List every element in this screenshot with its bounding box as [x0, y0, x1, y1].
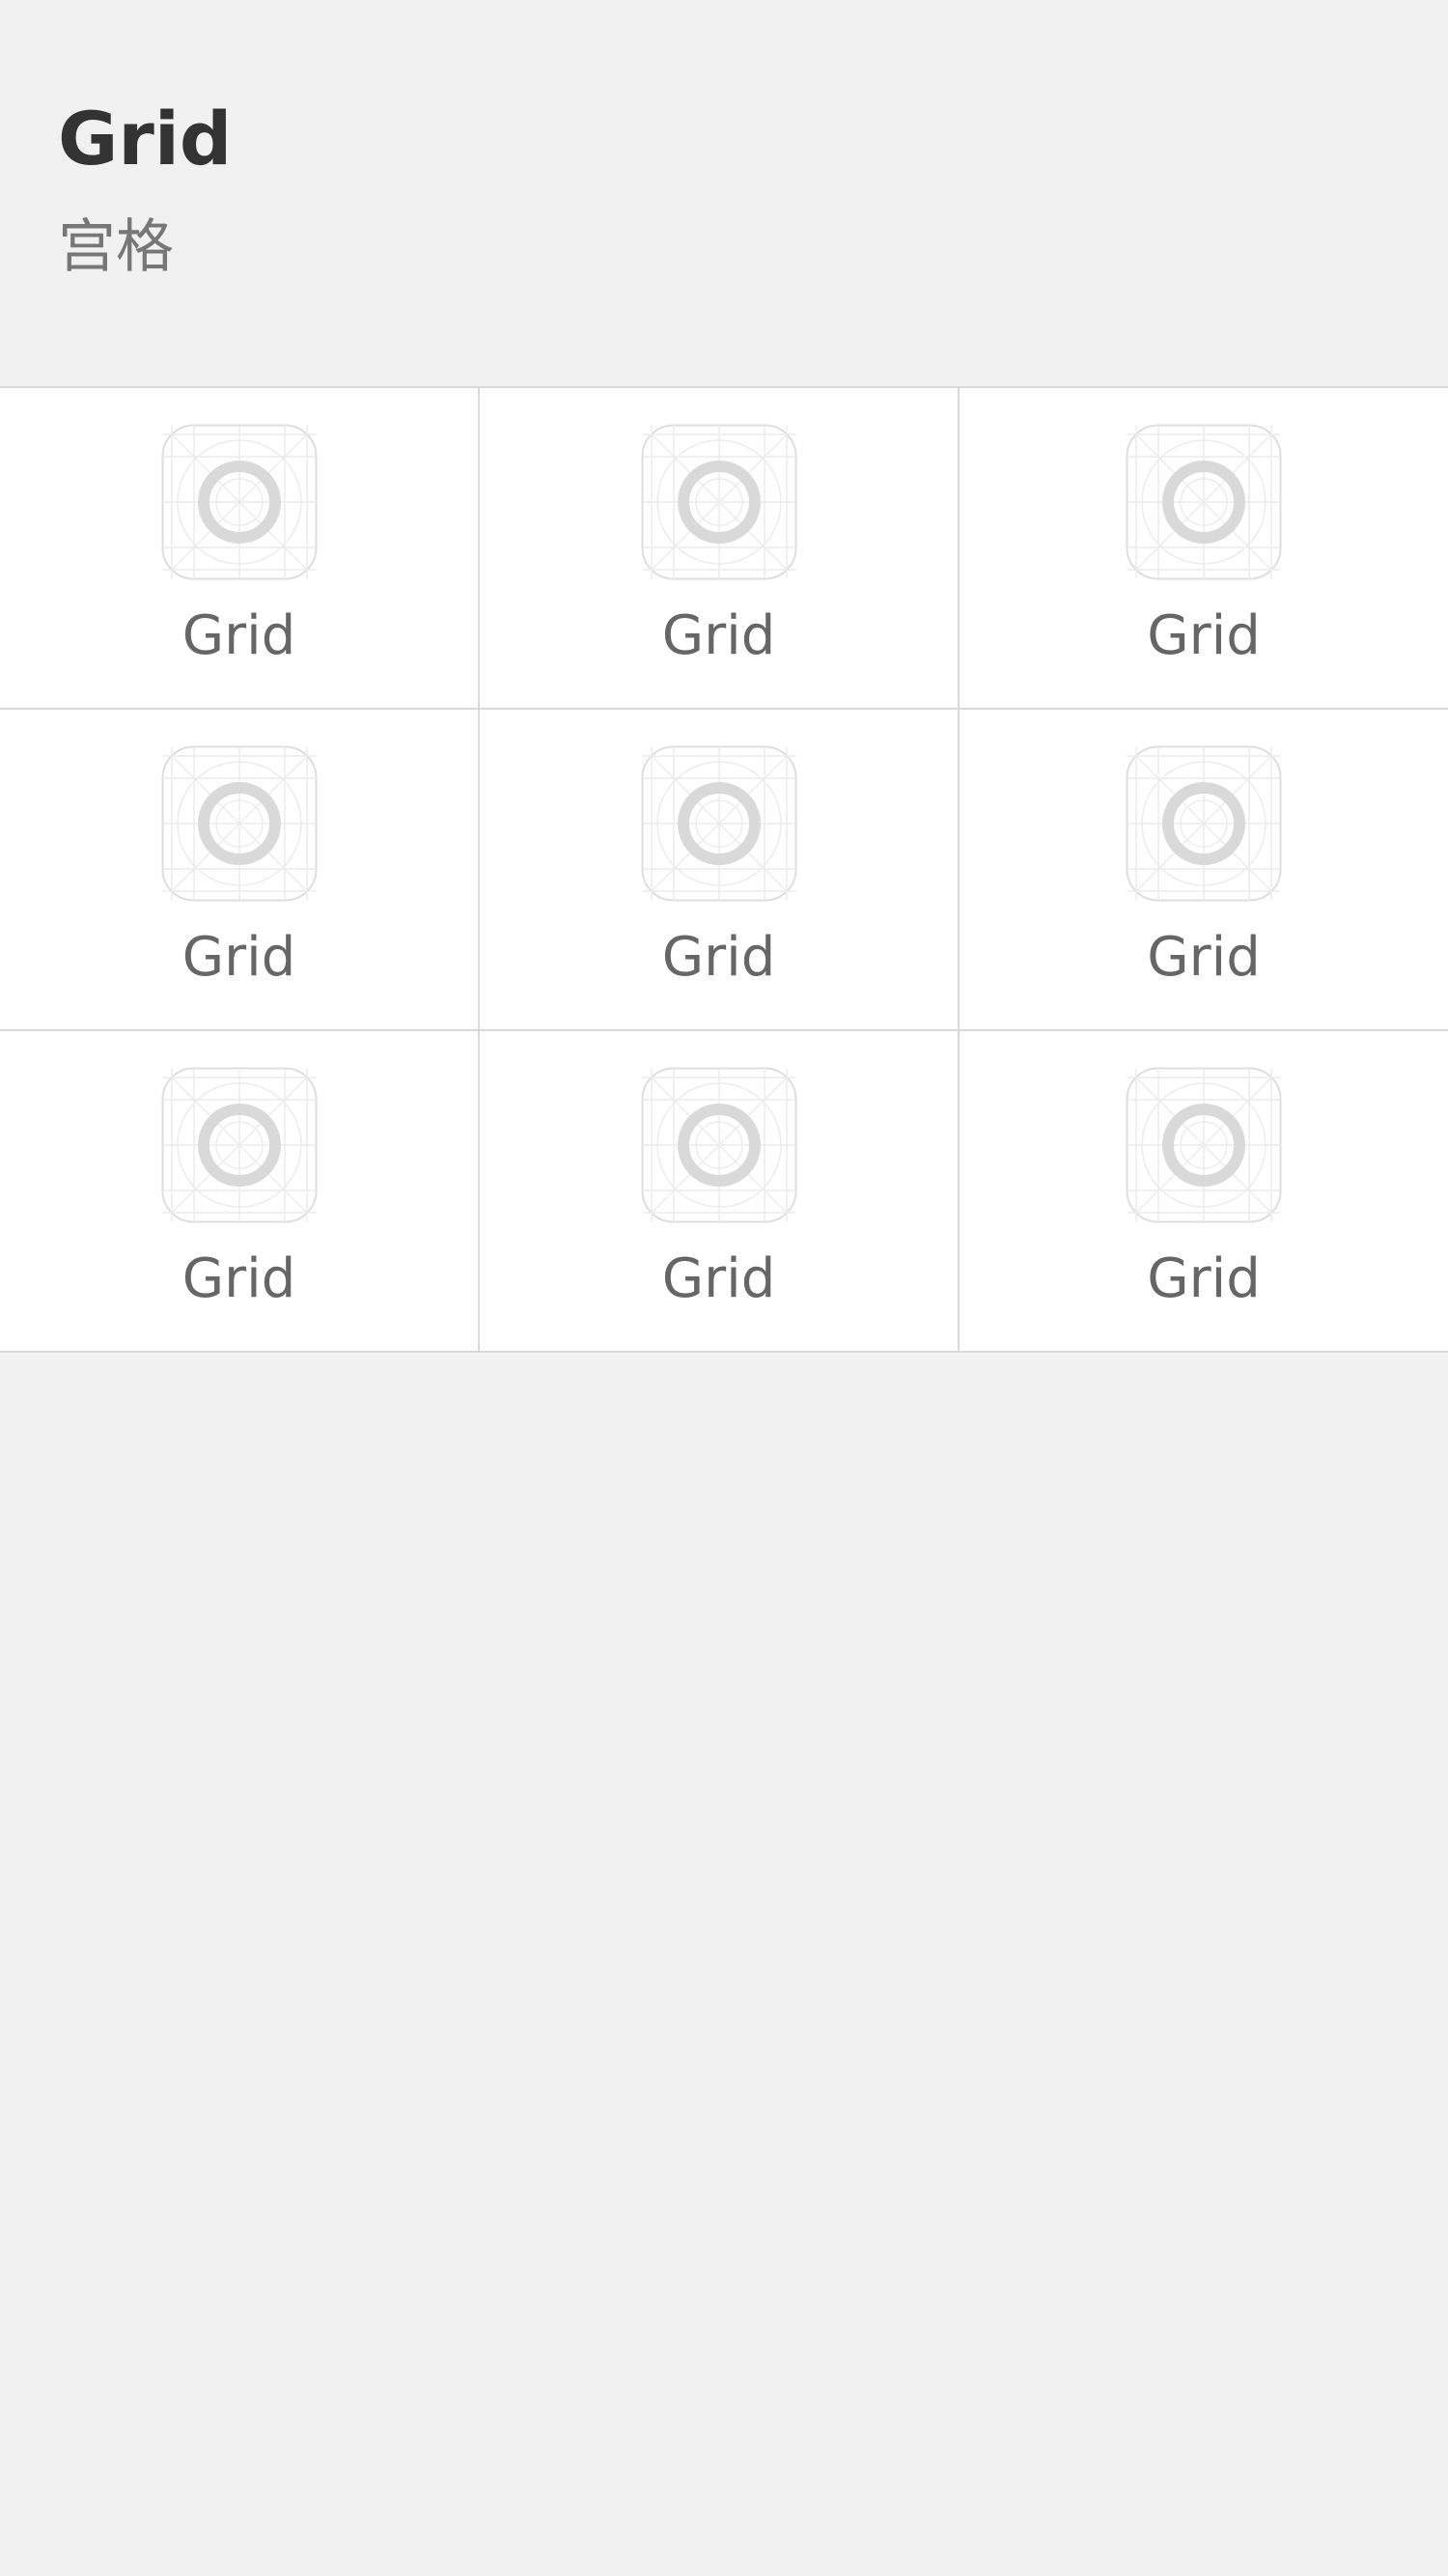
grid-item-label: Grid	[1147, 1247, 1261, 1310]
placeholder-icon	[641, 745, 797, 902]
page-title: Grid	[58, 96, 233, 182]
grid-item-label: Grid	[1147, 604, 1261, 667]
placeholder-icon	[1126, 1067, 1282, 1223]
grid-item[interactable]: Grid	[960, 1031, 1448, 1353]
grid-item[interactable]: Grid	[480, 1031, 960, 1353]
placeholder-icon	[641, 424, 797, 580]
placeholder-icon	[641, 1067, 797, 1223]
grid-item-label: Grid	[181, 926, 296, 989]
grid-item[interactable]: Grid	[480, 710, 960, 1031]
placeholder-icon	[1126, 745, 1282, 902]
grid-item[interactable]: Grid	[960, 710, 1448, 1031]
placeholder-icon	[161, 745, 318, 902]
grid-item-label: Grid	[181, 1247, 296, 1310]
grid-item[interactable]: Grid	[0, 710, 480, 1031]
placeholder-icon	[1126, 424, 1282, 580]
placeholder-icon	[161, 1067, 318, 1223]
grid-item-label: Grid	[1147, 926, 1261, 989]
grid-item[interactable]: Grid	[480, 388, 960, 710]
grid-item[interactable]: Grid	[0, 1031, 480, 1353]
grid-item-label: Grid	[661, 604, 776, 667]
page-header: Grid 宫格	[0, 0, 1448, 386]
grid-item-label: Grid	[661, 926, 776, 989]
grid-item-label: Grid	[661, 1247, 776, 1310]
grid-item[interactable]: Grid	[960, 388, 1448, 710]
grid-item[interactable]: Grid	[0, 388, 480, 710]
grid-item-label: Grid	[181, 604, 296, 667]
placeholder-icon	[161, 424, 318, 580]
page-subtitle: 宫格	[58, 213, 174, 281]
grid: Grid Grid Grid Grid Grid Grid Grid Grid …	[0, 386, 1448, 1353]
